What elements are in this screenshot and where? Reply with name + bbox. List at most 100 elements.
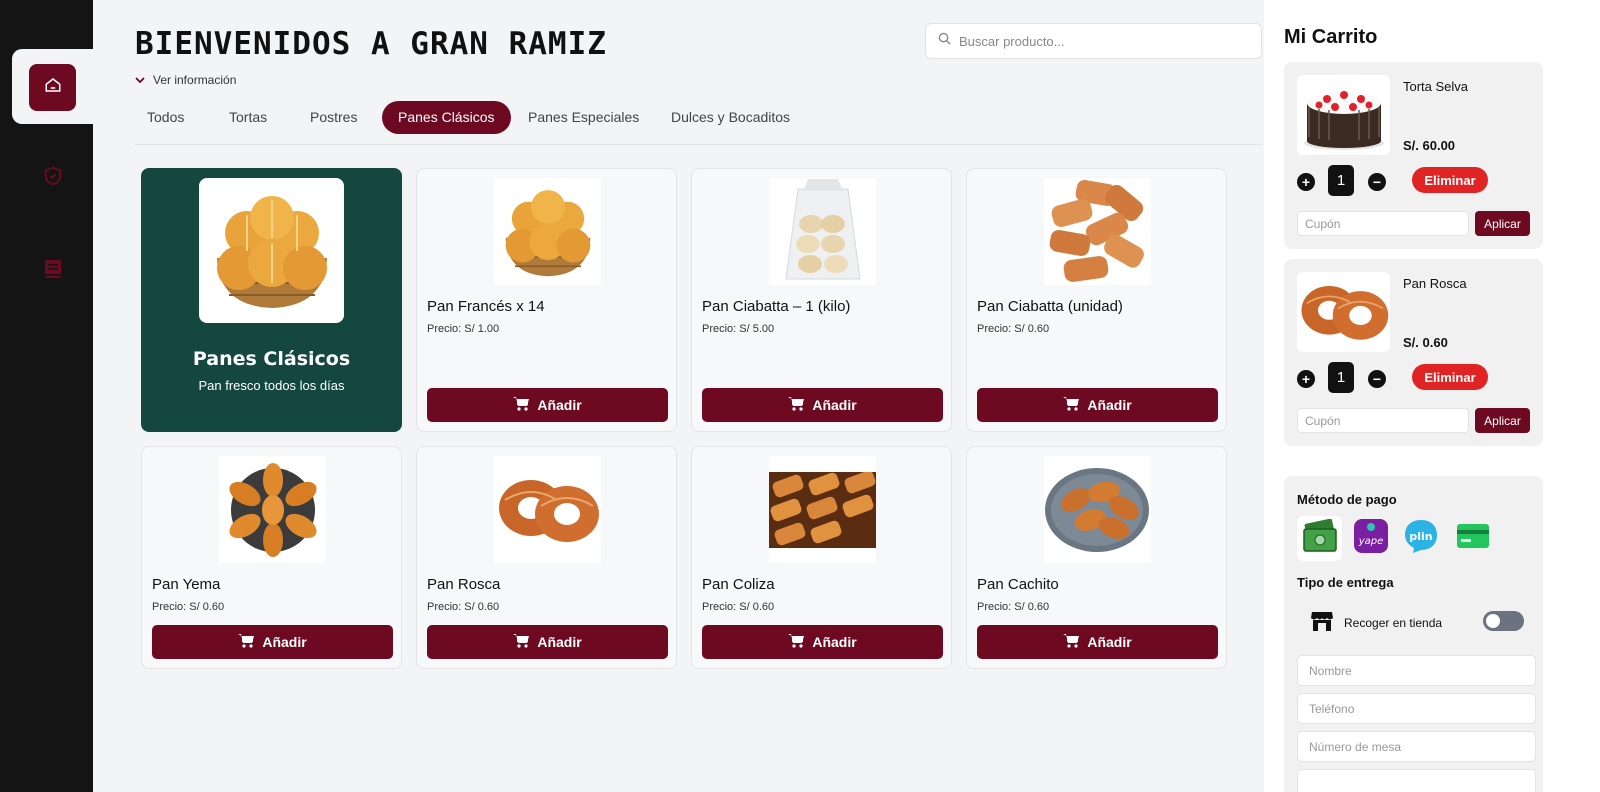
add-to-cart-button[interactable]: Añadir — [977, 625, 1218, 659]
coupon-input[interactable] — [1297, 408, 1469, 433]
delivery-title: Tipo de entrega — [1297, 575, 1394, 590]
tab-dulces-bocaditos[interactable]: Dulces y Bocaditos — [671, 101, 790, 134]
phone-field[interactable] — [1297, 693, 1536, 724]
qty-value: 1 — [1328, 362, 1354, 393]
table-number-field[interactable] — [1297, 731, 1536, 762]
cart-icon — [788, 633, 805, 651]
product-name: Pan Coliza — [702, 576, 775, 593]
cart-panel: Mi Carrito Torta Selva S/. 60.00 + 1 − E… — [1264, 0, 1600, 792]
qty-increase-button[interactable]: + — [1297, 370, 1315, 388]
product-name: Pan Cachito — [977, 576, 1059, 593]
add-to-cart-label: Añadir — [812, 397, 857, 413]
sidebar — [0, 0, 93, 792]
cart-item-name: Pan Rosca — [1403, 276, 1467, 291]
qty-decrease-button[interactable]: − — [1368, 173, 1386, 191]
svg-text:yape: yape — [1357, 536, 1383, 547]
category-title: Panes Clásicos — [192, 348, 351, 370]
search-input[interactable] — [959, 33, 1239, 49]
product-image — [769, 178, 876, 285]
product-price: Precio: S/ 1.00 — [427, 323, 500, 335]
tab-panes-clasicos[interactable]: Panes Clásicos — [382, 101, 511, 134]
add-to-cart-label: Añadir — [1087, 397, 1132, 413]
payment-title: Método de pago — [1297, 492, 1397, 507]
add-to-cart-label: Añadir — [262, 634, 307, 650]
cart-icon — [513, 396, 530, 414]
product-card: Pan Ciabatta – 1 (kilo) Precio: S/ 5.00 … — [691, 168, 952, 432]
qty-decrease-button[interactable]: − — [1368, 370, 1386, 388]
nav-shield-button[interactable] — [40, 165, 66, 191]
product-name: Pan Yema — [152, 576, 221, 593]
product-name: Pan Ciabatta (unidad) — [977, 298, 1123, 315]
cart-icon — [1063, 633, 1080, 651]
product-price: Precio: S/ 0.60 — [977, 323, 1050, 335]
card-icon — [1456, 524, 1489, 553]
shield-icon — [42, 165, 64, 192]
add-to-cart-label: Añadir — [537, 397, 582, 413]
payment-cash-option[interactable] — [1297, 516, 1342, 561]
product-image — [219, 456, 326, 563]
cash-icon — [1302, 518, 1338, 558]
coupon-input[interactable] — [1297, 211, 1469, 236]
add-to-cart-label: Añadir — [812, 634, 857, 650]
product-card: Pan Francés x 14 Precio: S/ 1.00 Añadir — [416, 168, 677, 432]
remove-item-button[interactable]: Eliminar — [1412, 167, 1488, 193]
product-card: Pan Cachito Precio: S/ 0.60 Añadir — [966, 446, 1227, 669]
add-to-cart-button[interactable]: Añadir — [427, 625, 668, 659]
add-to-cart-button[interactable]: Añadir — [152, 625, 393, 659]
product-image — [1044, 178, 1151, 285]
checkout-box: Método de pago yape plin Tipo de entrega — [1284, 476, 1543, 792]
tab-todos[interactable]: Todos — [147, 101, 184, 134]
cart-item-name: Torta Selva — [1403, 79, 1469, 94]
cart-icon — [238, 633, 255, 651]
add-to-cart-button[interactable]: Añadir — [702, 388, 943, 422]
page-title: BIENVENIDOS A GRAN RAMIZ — [135, 26, 607, 62]
product-image — [494, 456, 601, 563]
add-to-cart-button[interactable]: Añadir — [427, 388, 668, 422]
qty-value: 1 — [1328, 165, 1354, 196]
nav-home-button[interactable] — [29, 64, 76, 111]
category-tabs: Todos Tortas Postres Panes Clásicos Pane… — [135, 101, 1262, 145]
plin-icon: plin — [1403, 518, 1439, 559]
chevron-down-icon — [135, 73, 145, 87]
cart-item-price: S/. 0.60 — [1403, 335, 1448, 350]
pickup-option: Recoger en tienda — [1310, 610, 1442, 635]
store-icon — [1310, 610, 1334, 635]
product-name: Pan Francés x 14 — [427, 298, 545, 315]
cart-icon — [1063, 396, 1080, 414]
name-field[interactable] — [1297, 655, 1536, 686]
product-name: Pan Rosca — [427, 576, 501, 593]
qty-increase-button[interactable]: + — [1297, 173, 1315, 191]
product-image — [1044, 456, 1151, 563]
tab-panes-especiales[interactable]: Panes Especiales — [528, 101, 639, 134]
product-card: Pan Yema Precio: S/ 0.60 Añadir — [141, 446, 402, 669]
add-to-cart-button[interactable]: Añadir — [977, 388, 1218, 422]
payment-card-option[interactable] — [1450, 516, 1495, 561]
tab-tortas[interactable]: Tortas — [229, 101, 267, 134]
product-price: Precio: S/ 0.60 — [702, 601, 775, 613]
nav-book-button[interactable] — [40, 258, 66, 284]
apply-coupon-button[interactable]: Aplicar — [1475, 211, 1530, 236]
info-toggle[interactable]: Ver información — [135, 73, 236, 87]
extra-field[interactable] — [1297, 769, 1536, 792]
payment-yape-option[interactable]: yape — [1348, 516, 1393, 561]
product-price: Precio: S/ 0.60 — [427, 601, 500, 613]
book-icon — [43, 258, 63, 285]
add-to-cart-label: Añadir — [537, 634, 582, 650]
apply-coupon-button[interactable]: Aplicar — [1475, 408, 1530, 433]
product-card: Pan Rosca Precio: S/ 0.60 Añadir — [416, 446, 677, 669]
cart-title: Mi Carrito — [1284, 26, 1378, 48]
payment-plin-option[interactable]: plin — [1398, 516, 1443, 561]
cart-item-image — [1297, 75, 1390, 155]
home-icon — [44, 76, 62, 99]
tab-postres[interactable]: Postres — [310, 101, 357, 134]
product-image — [494, 178, 601, 285]
cart-item-image — [1297, 272, 1390, 352]
add-to-cart-button[interactable]: Añadir — [702, 625, 943, 659]
remove-item-button[interactable]: Eliminar — [1412, 364, 1488, 390]
pickup-toggle[interactable] — [1483, 611, 1524, 631]
main-content: BIENVENIDOS A GRAN RAMIZ Ver información… — [93, 0, 1290, 792]
cart-icon — [513, 633, 530, 651]
add-to-cart-label: Añadir — [1087, 634, 1132, 650]
pickup-label: Recoger en tienda — [1344, 615, 1443, 630]
category-card: Panes Clásicos Pan fresco todos los días — [141, 168, 402, 432]
